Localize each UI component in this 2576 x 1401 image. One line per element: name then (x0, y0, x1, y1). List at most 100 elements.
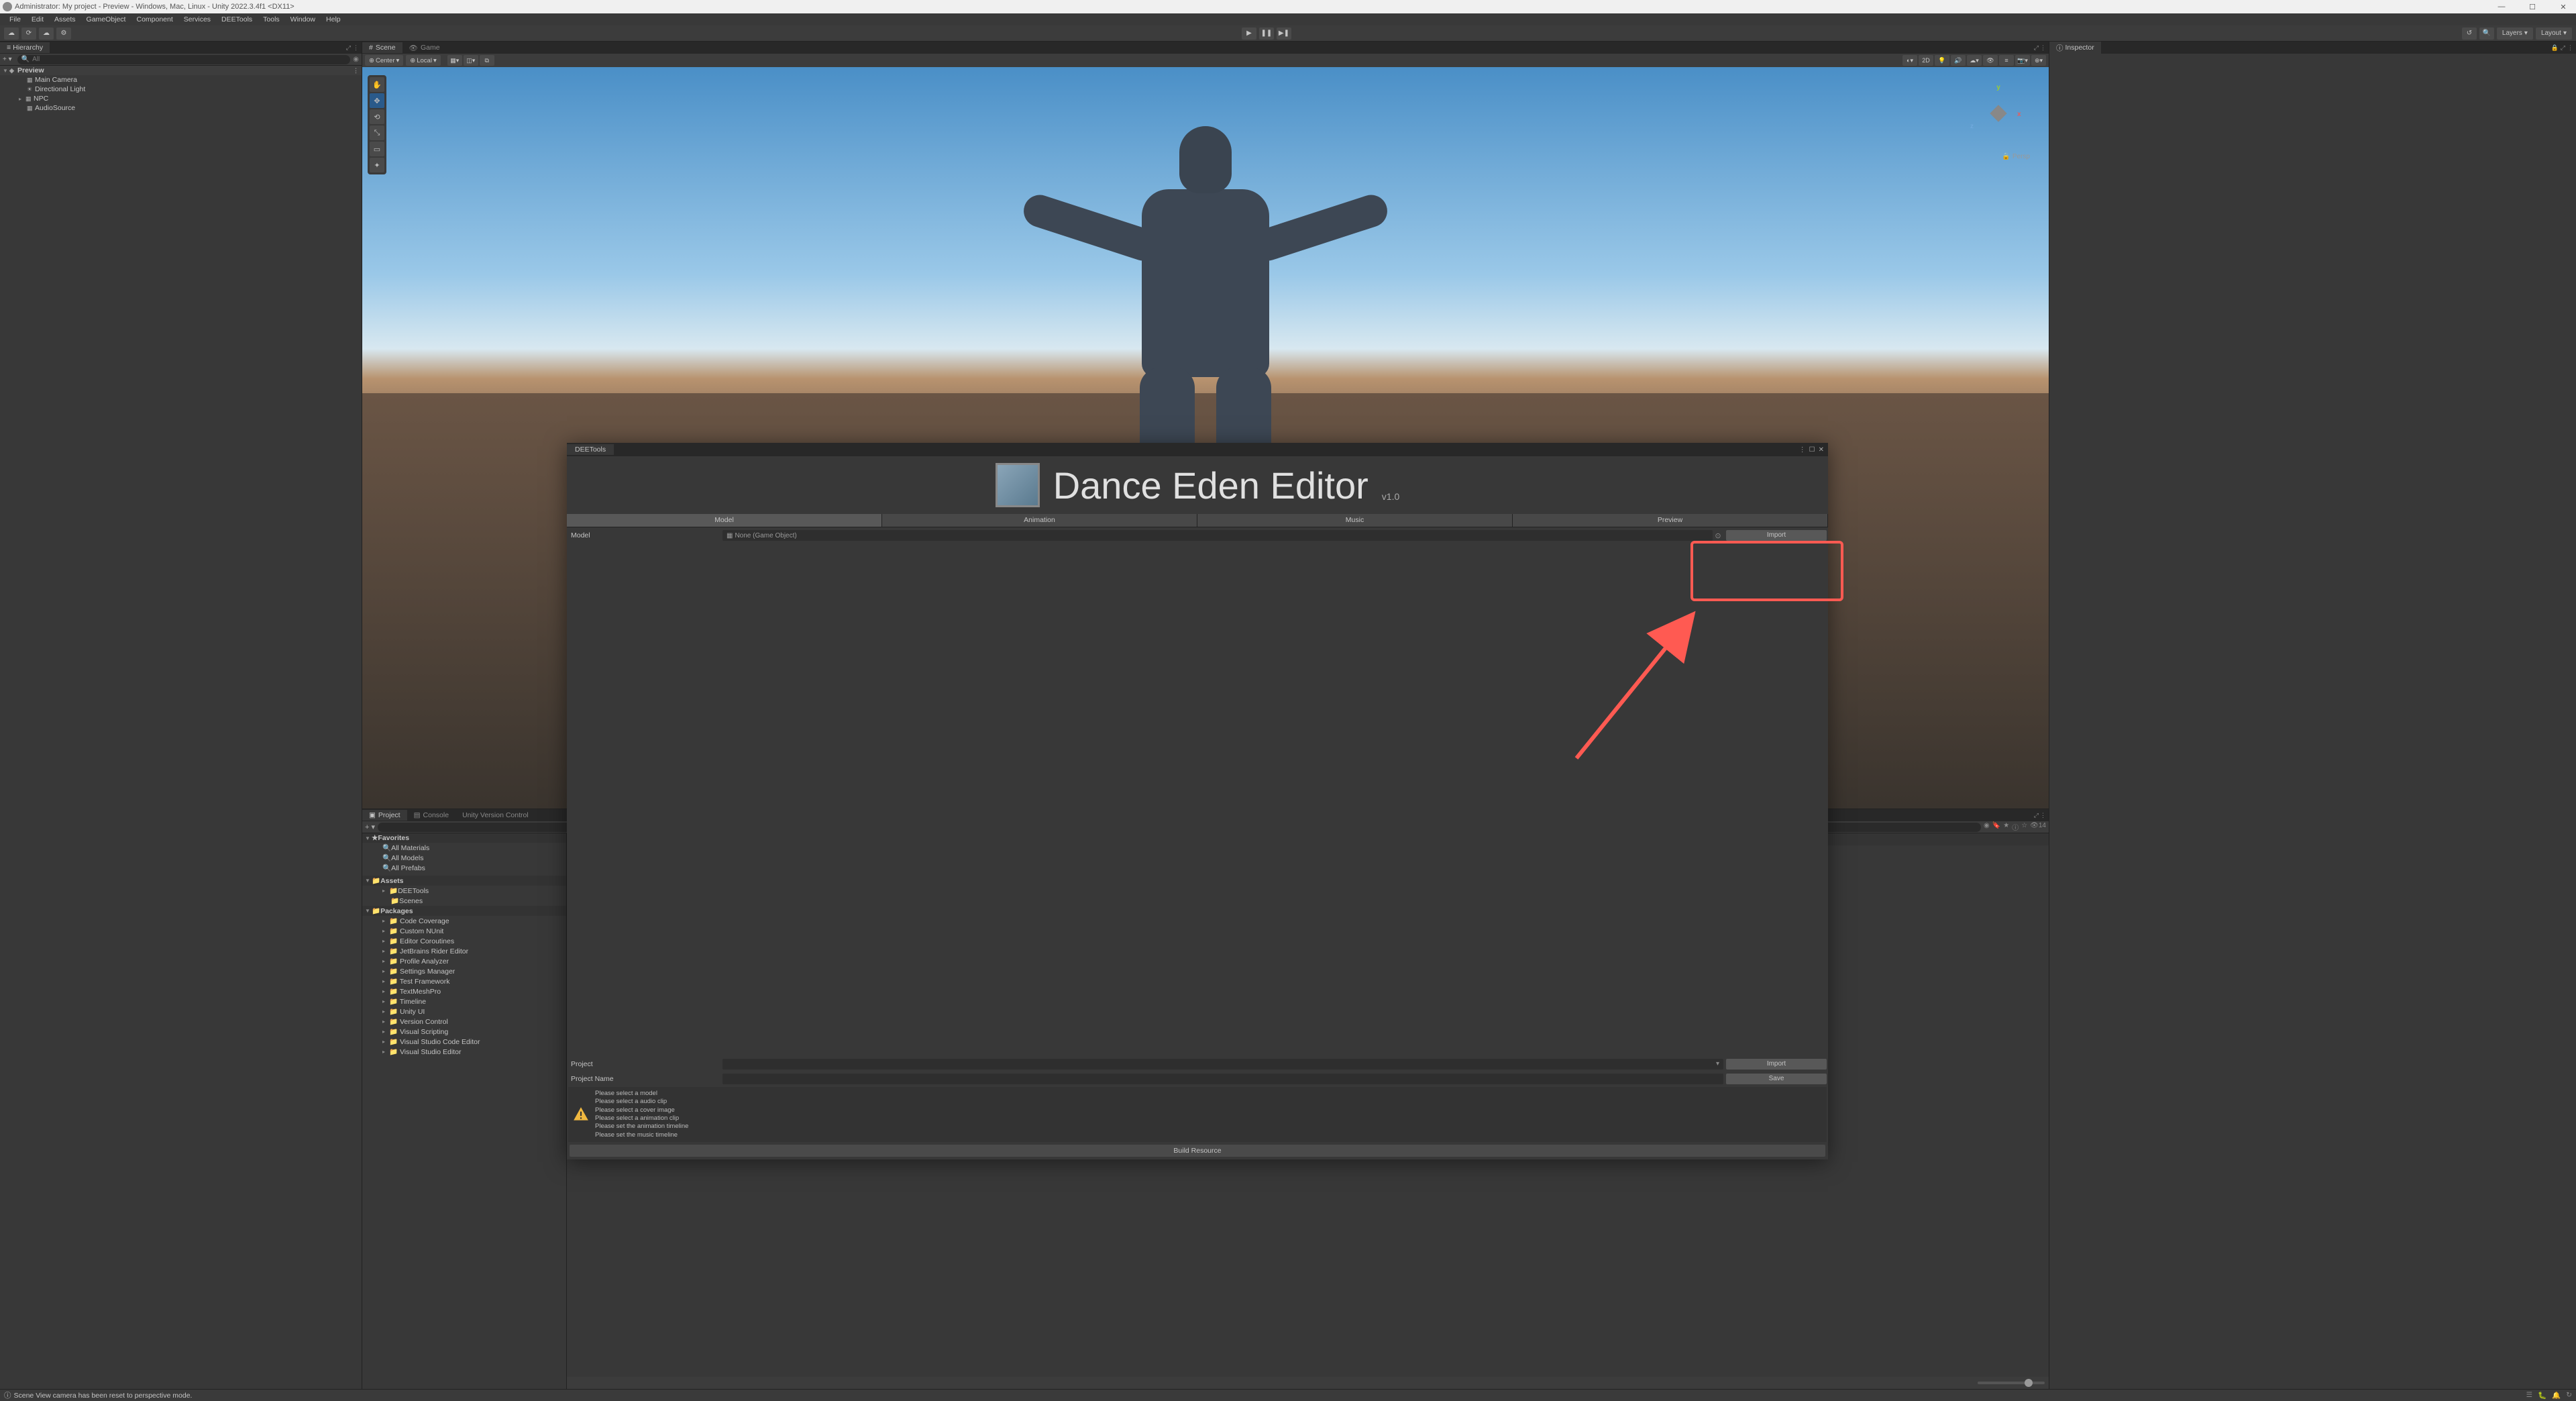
rotate-tool[interactable]: ⟲ (370, 109, 384, 124)
package-item[interactable]: ▸📁 Timeline (362, 996, 566, 1006)
inspector-tab[interactable]: ⓘ Inspector (2049, 42, 2101, 54)
filter-info-icon[interactable]: ⓘ (2012, 822, 2019, 832)
menu-tools[interactable]: Tools (258, 14, 285, 25)
layers-toggle[interactable]: ≡ (1999, 55, 2014, 66)
menu-file[interactable]: File (4, 14, 26, 25)
close-button[interactable]: ✕ (2553, 3, 2573, 11)
package-item[interactable]: ▸📁 Profile Analyzer (362, 956, 566, 966)
status-icon-2[interactable]: 🐛 (2538, 1391, 2546, 1400)
hidden-toggle[interactable]: 👁 (1983, 55, 1998, 66)
rotation-dropdown[interactable]: ⊕ Local ▾ (406, 55, 440, 66)
project-dropdown[interactable] (722, 1059, 1723, 1070)
object-picker-icon[interactable]: ⊙ (1713, 531, 1723, 540)
transform-tool[interactable]: ✦ (370, 158, 384, 172)
hierarchy-item-camera[interactable]: ▦Main Camera (0, 75, 362, 85)
fav-materials[interactable]: 🔍 All Materials (362, 843, 566, 853)
cloud-button[interactable]: ☁ (39, 28, 54, 40)
menu-deetools[interactable]: DEETools (216, 14, 258, 25)
account-button[interactable]: ☁ (4, 28, 19, 40)
favorites-section[interactable]: ▼★ Favorites (362, 833, 566, 843)
package-item[interactable]: ▸📁 Settings Manager (362, 966, 566, 976)
layers-dropdown[interactable]: Layers▾ (2497, 28, 2533, 40)
minimize-button[interactable]: — (2491, 3, 2512, 11)
step-button[interactable]: ▶❚ (1277, 28, 1291, 40)
hierarchy-item-audio[interactable]: ▦AudioSource (0, 103, 362, 113)
increment-button[interactable]: ⧉ (480, 55, 494, 66)
filter-label-icon[interactable]: 🔖 (1992, 822, 2000, 832)
fx-dropdown[interactable]: ☁▾ (1967, 55, 1982, 66)
status-icon-3[interactable]: 🔔 (2552, 1391, 2561, 1400)
thumbnail-size-slider[interactable] (1978, 1382, 2045, 1384)
project-import-button[interactable]: Import (1726, 1059, 1827, 1070)
pause-button[interactable]: ❚❚ (1259, 28, 1274, 40)
package-item[interactable]: ▸📁 Test Framework (362, 976, 566, 986)
status-icon-4[interactable]: ↻ (2566, 1391, 2572, 1400)
orientation-gizmo[interactable]: y x z (1962, 76, 2035, 150)
menu-assets[interactable]: Assets (49, 14, 81, 25)
gizmos-dropdown[interactable]: ⊕▾ (2031, 55, 2046, 66)
filter-icon[interactable]: ◉ (353, 56, 359, 63)
asset-scenes[interactable]: 📁 Scenes (362, 896, 566, 906)
subtab-music[interactable]: Music (1197, 514, 1513, 527)
save-search-icon[interactable]: ☆ (2021, 822, 2027, 832)
snap-button[interactable]: ◫▾ (464, 55, 478, 66)
menu-edit[interactable]: Edit (26, 14, 49, 25)
status-icon-1[interactable]: ☰ (2526, 1391, 2532, 1400)
package-item[interactable]: ▸📁 Visual Scripting (362, 1027, 566, 1037)
subtab-preview[interactable]: Preview (1513, 514, 1828, 527)
move-tool[interactable]: ✥ (370, 93, 384, 108)
create-button[interactable]: + ▾ (3, 56, 12, 63)
lock-icon[interactable]: 🔒 (2551, 44, 2559, 52)
game-tab[interactable]: 👁 Game (402, 42, 447, 54)
popout-icon[interactable]: ⤢ (2561, 44, 2565, 52)
package-item[interactable]: ▸📁 Version Control (362, 1017, 566, 1027)
pivot-dropdown[interactable]: ⊕ Center ▾ (365, 55, 403, 66)
model-import-button[interactable]: Import (1726, 530, 1827, 541)
fav-models[interactable]: 🔍 All Models (362, 853, 566, 863)
lighting-toggle[interactable]: 💡 (1935, 55, 1949, 66)
grid-button[interactable]: ▦▾ (447, 55, 462, 66)
perspective-label[interactable]: 🔒 Persp (2002, 153, 2030, 160)
undo-history-button[interactable]: ↺ (2462, 28, 2477, 40)
window-popout-icon[interactable]: ☐ (1809, 446, 1815, 454)
package-item[interactable]: ▸📁 Visual Studio Editor (362, 1047, 566, 1057)
search-button[interactable]: 🔍 (2479, 28, 2494, 40)
hierarchy-item-npc[interactable]: ▸▦NPC (0, 94, 362, 103)
play-button[interactable]: ▶ (1242, 28, 1256, 40)
project-name-field[interactable] (722, 1074, 1723, 1084)
assets-section[interactable]: ▼📁 Assets (362, 876, 566, 886)
package-item[interactable]: ▸📁 Code Coverage (362, 916, 566, 926)
menu-services[interactable]: Services (178, 14, 216, 25)
hierarchy-search[interactable]: 🔍 All (17, 55, 351, 64)
popout-icon[interactable]: ⤢ (2034, 812, 2039, 819)
sync-button[interactable]: ⟳ (21, 28, 36, 40)
scene-row[interactable]: ▼◈ Preview ⋮ (0, 66, 362, 75)
uvc-tab[interactable]: Unity Version Control (455, 810, 535, 821)
camera-dropdown[interactable]: 📷▾ (2015, 55, 2030, 66)
package-item[interactable]: ▸📁 TextMeshPro (362, 986, 566, 996)
popout-icon[interactable]: ⤢ (2034, 44, 2039, 52)
scene-tab[interactable]: # Scene (362, 42, 402, 53)
menu-window[interactable]: Window (285, 14, 321, 25)
project-create[interactable]: + ▾ (365, 823, 375, 831)
hand-tool[interactable]: ✋ (370, 77, 384, 92)
subtab-animation[interactable]: Animation (882, 514, 1197, 527)
package-item[interactable]: ▸📁 Custom NUnit (362, 926, 566, 936)
build-button[interactable]: Build Resource (570, 1145, 1825, 1157)
menu-help[interactable]: Help (321, 14, 346, 25)
menu-component[interactable]: Component (131, 14, 178, 25)
save-button[interactable]: Save (1726, 1074, 1827, 1084)
scene-menu-icon[interactable]: ⋮ (353, 67, 359, 74)
hierarchy-tab[interactable]: ≡ Hierarchy (0, 42, 50, 53)
layout-dropdown[interactable]: Layout▾ (2536, 28, 2572, 40)
package-item[interactable]: ▸📁 Visual Studio Code Editor (362, 1037, 566, 1047)
model-field[interactable]: ▦ None (Game Object) (722, 530, 1713, 541)
settings-button[interactable]: ⚙ (56, 28, 71, 40)
packages-section[interactable]: ▼📁 Packages (362, 906, 566, 916)
console-tab[interactable]: ▤ Console (407, 810, 455, 821)
asset-deetools[interactable]: ▸📁 DEETools (362, 886, 566, 896)
kebab-icon[interactable]: ⋮ (353, 44, 359, 52)
package-item[interactable]: ▸📁 Editor Coroutines (362, 936, 566, 946)
2d-toggle[interactable]: 2D (1919, 55, 1933, 66)
maximize-button[interactable]: ☐ (2522, 3, 2542, 11)
